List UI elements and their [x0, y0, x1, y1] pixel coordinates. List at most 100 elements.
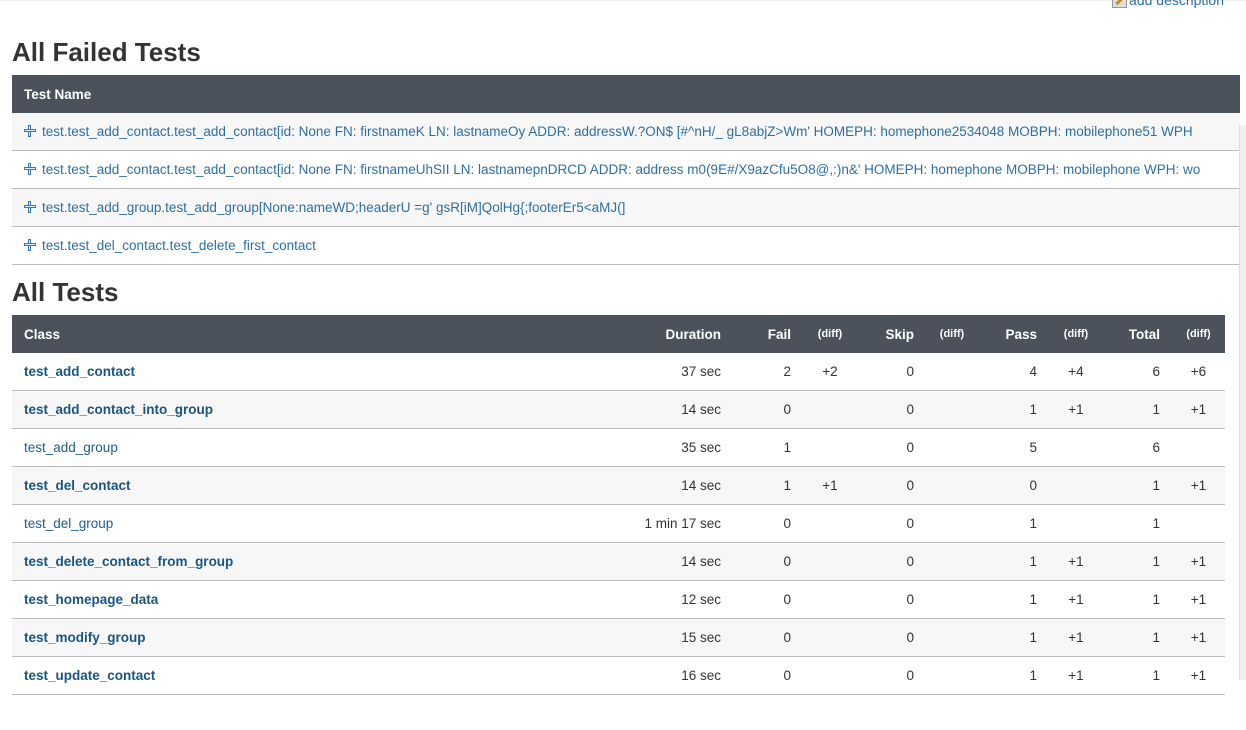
total-diff-cell: +1 — [1172, 542, 1225, 581]
failed-test-cell: test.test_add_contact.test_add_contact[i… — [12, 113, 1240, 151]
fail-diff-cell — [803, 656, 857, 695]
pass-diff-cell: +1 — [1049, 618, 1103, 657]
expand-plus-icon[interactable] — [24, 125, 36, 137]
column-skip-diff[interactable]: (diff) — [926, 315, 978, 353]
column-fail[interactable]: Fail — [733, 315, 803, 353]
class-cell: test_del_group — [12, 504, 580, 543]
add-description-link[interactable]: add description — [1112, 0, 1224, 8]
total-cell: 6 — [1103, 353, 1172, 391]
class-link[interactable]: test_add_contact_into_group — [24, 402, 213, 417]
failed-tests-table-wrapper: Test Name test.test_add_contact.test_add… — [12, 75, 1240, 265]
pass-diff-cell — [1049, 466, 1103, 505]
column-total[interactable]: Total — [1103, 315, 1172, 353]
class-link[interactable]: test_modify_group — [24, 630, 146, 645]
add-description-label: add description — [1129, 0, 1224, 8]
duration-cell: 15 sec — [580, 618, 733, 657]
expand-plus-icon[interactable] — [24, 239, 36, 251]
pass-cell: 4 — [978, 353, 1049, 391]
failed-test-link[interactable]: test.test_add_contact.test_add_contact[i… — [42, 124, 1193, 139]
class-link[interactable]: test_add_contact — [24, 364, 135, 379]
duration-cell: 14 sec — [580, 542, 733, 581]
skip-cell: 0 — [857, 504, 926, 543]
failed-test-link[interactable]: test.test_del_contact.test_delete_first_… — [42, 238, 316, 253]
fail-diff-cell: +2 — [803, 353, 857, 391]
expand-plus-icon[interactable] — [24, 201, 36, 213]
fail-diff-cell — [803, 542, 857, 581]
fail-diff-cell — [803, 390, 857, 429]
failed-tests-table: Test Name test.test_add_contact.test_add… — [12, 75, 1240, 265]
failed-test-link[interactable]: test.test_add_group.test_add_group[None:… — [42, 200, 625, 215]
expand-plus-icon[interactable] — [24, 163, 36, 175]
pass-diff-cell: +1 — [1049, 656, 1103, 695]
failed-tests-heading: All Failed Tests — [12, 37, 201, 67]
skip-cell: 0 — [857, 580, 926, 619]
vertical-scrollbar[interactable] — [1239, 125, 1246, 680]
class-cell: test_update_contact — [12, 656, 580, 695]
total-cell: 1 — [1103, 542, 1172, 581]
test-class-row: test_add_contact 37 sec 2 +2 0 4 +4 6 +6 — [12, 353, 1225, 391]
failed-test-row: test.test_del_contact.test_delete_first_… — [12, 226, 1240, 265]
fail-cell: 2 — [733, 353, 803, 391]
class-link[interactable]: test_del_group — [24, 516, 113, 531]
duration-cell: 1 min 17 sec — [580, 504, 733, 543]
class-cell: test_delete_contact_from_group — [12, 542, 580, 581]
class-link[interactable]: test_del_contact — [24, 478, 131, 493]
fail-diff-cell — [803, 580, 857, 619]
test-class-row: test_homepage_data 12 sec 0 0 1 +1 1 +1 — [12, 580, 1225, 619]
all-tests-heading: All Tests — [12, 277, 119, 307]
skip-cell: 0 — [857, 390, 926, 429]
fail-cell: 0 — [733, 618, 803, 657]
failed-test-cell: test.test_add_group.test_add_group[None:… — [12, 188, 1240, 227]
skip-diff-cell — [926, 353, 978, 391]
column-class[interactable]: Class — [12, 315, 580, 353]
fail-cell: 1 — [733, 466, 803, 505]
column-total-diff[interactable]: (diff) — [1172, 315, 1225, 353]
total-diff-cell — [1172, 504, 1225, 543]
class-link[interactable]: test_add_group — [24, 440, 118, 455]
class-link[interactable]: test_update_contact — [24, 668, 155, 683]
class-cell: test_add_contact — [12, 353, 580, 391]
duration-cell: 16 sec — [580, 656, 733, 695]
failed-test-row: test.test_add_contact.test_add_contact[i… — [12, 113, 1240, 151]
pass-diff-cell: +1 — [1049, 580, 1103, 619]
total-diff-cell: +6 — [1172, 353, 1225, 391]
pass-cell: 5 — [978, 428, 1049, 467]
failed-test-row: test.test_add_group.test_add_group[None:… — [12, 188, 1240, 227]
total-cell: 1 — [1103, 656, 1172, 695]
column-skip[interactable]: Skip — [857, 315, 926, 353]
pass-diff-cell: +4 — [1049, 353, 1103, 391]
test-class-row: test_add_group 35 sec 1 0 5 6 — [12, 428, 1225, 467]
top-divider — [0, 0, 1246, 1]
column-duration[interactable]: Duration — [580, 315, 733, 353]
total-cell: 6 — [1103, 428, 1172, 467]
skip-diff-cell — [926, 466, 978, 505]
column-pass[interactable]: Pass — [978, 315, 1049, 353]
class-link[interactable]: test_homepage_data — [24, 592, 158, 607]
class-cell: test_del_contact — [12, 466, 580, 505]
pass-cell: 1 — [978, 656, 1049, 695]
fail-cell: 0 — [733, 390, 803, 429]
total-diff-cell: +1 — [1172, 618, 1225, 657]
class-link[interactable]: test_delete_contact_from_group — [24, 554, 233, 569]
fail-cell: 0 — [733, 580, 803, 619]
skip-diff-cell — [926, 504, 978, 543]
column-pass-diff[interactable]: (diff) — [1049, 315, 1103, 353]
column-fail-diff[interactable]: (diff) — [803, 315, 857, 353]
edit-pencil-icon — [1112, 0, 1128, 8]
fail-diff-cell — [803, 504, 857, 543]
duration-cell: 35 sec — [580, 428, 733, 467]
pass-diff-cell: +1 — [1049, 542, 1103, 581]
skip-cell: 0 — [857, 353, 926, 391]
pass-diff-cell — [1049, 504, 1103, 543]
total-diff-cell: +1 — [1172, 466, 1225, 505]
skip-cell: 0 — [857, 542, 926, 581]
total-cell: 1 — [1103, 390, 1172, 429]
skip-diff-cell — [926, 428, 978, 467]
total-cell: 1 — [1103, 580, 1172, 619]
duration-cell: 37 sec — [580, 353, 733, 391]
fail-cell: 0 — [733, 504, 803, 543]
pass-cell: 1 — [978, 542, 1049, 581]
failed-test-link[interactable]: test.test_add_contact.test_add_contact[i… — [42, 162, 1200, 177]
pass-cell: 1 — [978, 504, 1049, 543]
test-class-row: test_modify_group 15 sec 0 0 1 +1 1 +1 — [12, 618, 1225, 657]
